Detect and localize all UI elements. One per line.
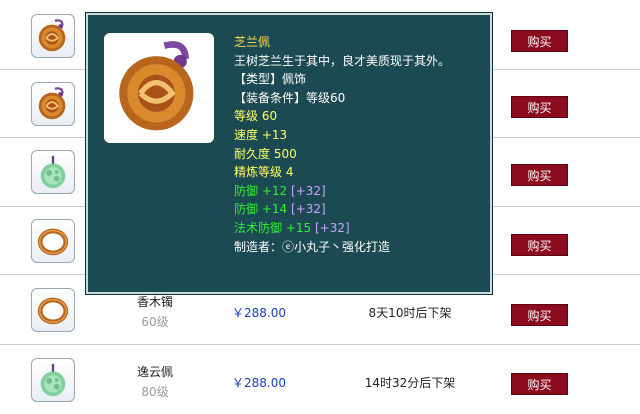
- stat-durability: 耐久度 500: [234, 146, 297, 161]
- stat-defense: 防御 +14 [+32]: [234, 200, 490, 219]
- stat-magic-defense: 法术防御 +15 [+32]: [234, 219, 490, 238]
- buy-button[interactable]: 购买: [511, 96, 568, 118]
- buy-button[interactable]: 购买: [511, 373, 568, 395]
- item-time-remaining: 14时32分后下架: [364, 376, 456, 390]
- buy-button[interactable]: 购买: [511, 234, 568, 256]
- jade-pendant-icon[interactable]: [31, 150, 75, 194]
- item-type: 【类型】佩饰: [234, 72, 307, 87]
- item-price: ￥288.00: [232, 306, 286, 320]
- item-maker: 制造者：ⓔ小丸子丶强化打造: [234, 239, 391, 254]
- item-title: 芝兰佩: [234, 35, 271, 49]
- item-description: 王树芝兰生于其中，良才美质现于其外。: [234, 53, 451, 68]
- amulet-icon[interactable]: [31, 82, 75, 126]
- list-item: 逸云佩 80级 ￥288.00 14时32分后下架 购买: [0, 345, 640, 414]
- item-level: 60级: [141, 315, 169, 329]
- stat-defense-bonus: [+32]: [290, 202, 326, 217]
- item-requirement: 【装备条件】等级60: [234, 90, 346, 105]
- item-time-remaining: 8天10时后下架: [368, 306, 452, 320]
- stat-refine: 精炼等级 4: [234, 165, 294, 180]
- item-tooltip: 芝兰佩 王树芝兰生于其中，良才美质现于其外。 【类型】佩饰 【装备条件】等级60…: [86, 13, 492, 294]
- stat-defense-value: 防御 +14: [234, 202, 288, 217]
- stat-magic-defense-value: 法术防御 +15: [234, 220, 312, 235]
- stat-level: 等级 60: [234, 109, 278, 124]
- amulet-icon[interactable]: [31, 14, 75, 58]
- item-image: [104, 33, 214, 143]
- amulet-icon: [106, 35, 212, 141]
- buy-button[interactable]: 购买: [511, 164, 568, 186]
- stat-defense: 防御 +12 [+32]: [234, 182, 490, 201]
- jade-pendant-icon[interactable]: [31, 358, 75, 402]
- item-price: ￥288.00: [232, 376, 286, 390]
- item-level: 80级: [141, 385, 169, 399]
- bracelet-icon[interactable]: [31, 288, 75, 332]
- item-name[interactable]: 香木镯: [118, 293, 192, 310]
- item-details: 芝兰佩 王树芝兰生于其中，良才美质现于其外。 【类型】佩饰 【装备条件】等级60…: [234, 33, 490, 256]
- stat-magic-defense-bonus: [+32]: [314, 220, 350, 235]
- buy-button[interactable]: 购买: [511, 30, 568, 52]
- bracelet-icon[interactable]: [31, 219, 75, 263]
- stat-defense-value: 防御 +12: [234, 183, 288, 198]
- item-name[interactable]: 逸云佩: [118, 363, 192, 380]
- stat-speed: 速度 +13: [234, 127, 288, 142]
- stat-defense-bonus: [+32]: [290, 183, 326, 198]
- buy-button[interactable]: 购买: [511, 304, 568, 326]
